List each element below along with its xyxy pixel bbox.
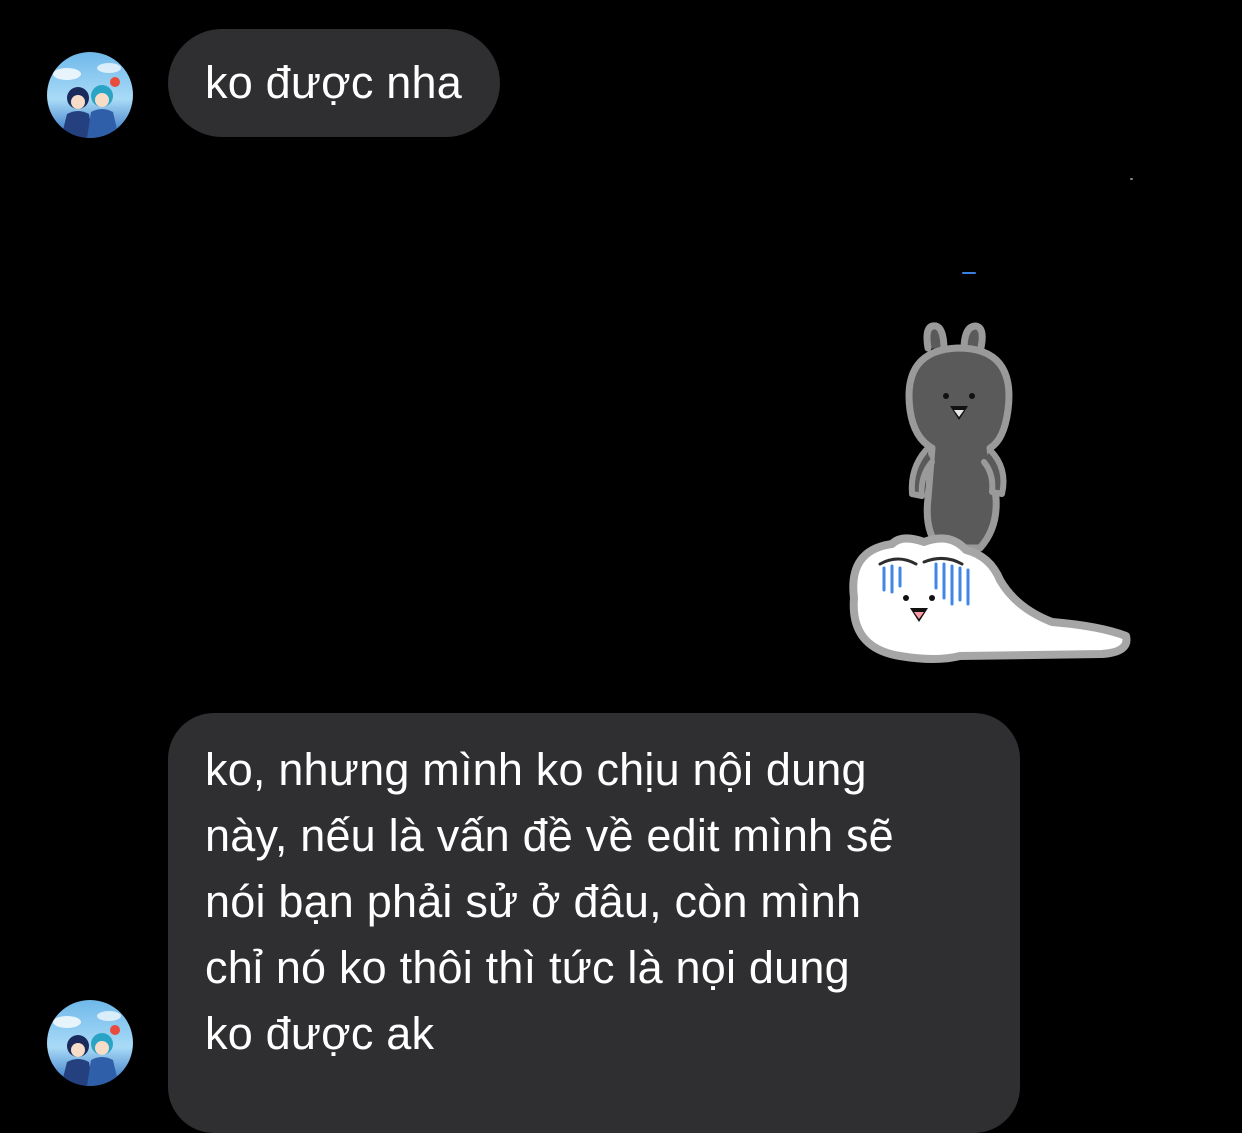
rabbit-ghost-sticker-image — [849, 322, 1131, 663]
message-text-line: ko, nhưng mình ko chịu nội dung — [205, 744, 867, 795]
anime-avatar-icon — [47, 52, 133, 138]
message-text: ko được nha — [205, 57, 462, 108]
message-bubble[interactable]: ko, nhưng mình ko chịu nội dung này, nếu… — [168, 713, 1020, 1133]
message-text-line: này, nếu là vấn đề về edit mình sẽ — [205, 810, 894, 861]
rabbit-ghost-sticker[interactable] — [840, 318, 1140, 668]
sender-avatar[interactable] — [47, 52, 133, 138]
anime-avatar-icon — [47, 1000, 133, 1086]
image-speck — [962, 272, 976, 274]
message-text-line: ko được ak — [205, 1008, 435, 1059]
message-text-line: chỉ nó ko thôi thì tức là nọi dung — [205, 942, 850, 993]
message-text-line: nói bạn phải sử ở đâu, còn mình — [205, 876, 862, 927]
sender-avatar[interactable] — [47, 1000, 133, 1086]
image-speck — [1130, 178, 1133, 180]
message-bubble[interactable]: ko được nha — [168, 29, 500, 137]
